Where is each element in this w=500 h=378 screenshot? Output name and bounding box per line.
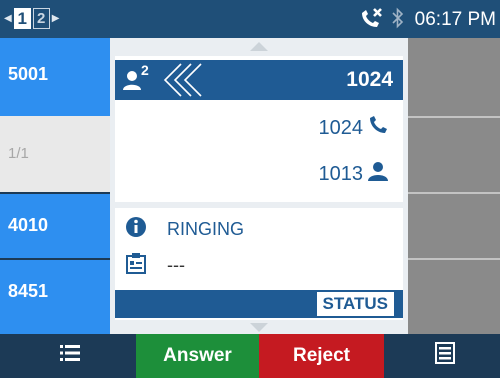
contact-card-icon: [125, 252, 147, 279]
contact-number: 1013: [318, 162, 364, 185]
line-key-8451[interactable]: 8451: [0, 260, 110, 334]
divider: [408, 116, 500, 118]
divider: [408, 192, 500, 194]
list-icon[interactable]: [60, 344, 80, 368]
status-button[interactable]: STATUS: [115, 290, 403, 318]
call-header: 2 1024: [115, 60, 403, 100]
incoming-call-popup: 2 1024 1024 1013 RINGING --- STATUS: [110, 38, 408, 334]
chevron-left-icon: [163, 63, 202, 97]
status-bar: ◀ 1 2 ▶ 06:17 PM: [0, 0, 500, 38]
softkey-bar: Answer Reject: [0, 334, 500, 378]
person-icon: [367, 160, 389, 188]
divider: [408, 258, 500, 260]
line-key-4010[interactable]: 4010: [0, 194, 110, 258]
divider: [115, 202, 403, 208]
status-row: RINGING: [125, 216, 244, 243]
bluetooth-icon: [391, 7, 405, 34]
clock: 06:17 PM: [414, 9, 496, 30]
page-1[interactable]: 1: [13, 8, 31, 29]
phone-icon: [367, 114, 389, 142]
page-next-arrow-icon[interactable]: ▶: [52, 13, 60, 24]
detail-row: ---: [125, 252, 185, 279]
menu-icon[interactable]: [435, 342, 455, 370]
call-status: RINGING: [167, 219, 245, 239]
right-key-column: [408, 38, 500, 334]
line-key-paging[interactable]: 1/1: [0, 116, 110, 192]
answer-button[interactable]: Answer: [136, 334, 259, 378]
page-indicator[interactable]: ◀ 1 2 ▶: [4, 8, 59, 29]
list-softkey[interactable]: [40, 334, 100, 378]
contact-row: 1013: [319, 160, 390, 188]
call-number: 1024: [346, 68, 393, 91]
page-2[interactable]: 2: [32, 8, 50, 29]
line-row: 1024: [319, 114, 390, 142]
status-button-label[interactable]: STATUS: [316, 292, 397, 316]
line-number: 1024: [318, 116, 364, 139]
missed-call-icon: [359, 7, 383, 34]
call-detail: ---: [167, 255, 185, 275]
info-icon: [125, 216, 147, 243]
scroll-down-icon[interactable]: [250, 323, 268, 332]
reject-button[interactable]: Reject: [259, 334, 384, 378]
line-key-5001[interactable]: 5001: [0, 38, 110, 116]
menu-softkey[interactable]: [410, 334, 480, 378]
conference-count: 2: [141, 62, 149, 78]
page-prev-arrow-icon[interactable]: ◀: [4, 13, 12, 24]
scroll-up-icon[interactable]: [250, 42, 268, 51]
